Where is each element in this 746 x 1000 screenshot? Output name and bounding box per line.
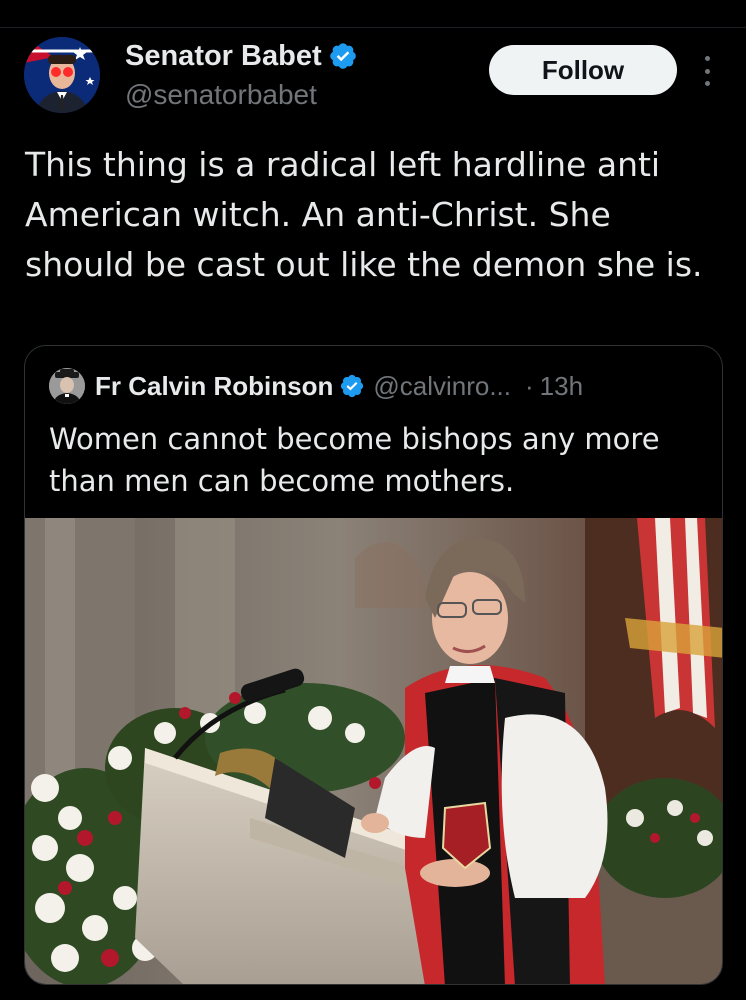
quoted-post[interactable]: Fr Calvin Robinson @calvinro... · 13h Wo… (24, 345, 723, 985)
more-vertical-icon[interactable] (700, 56, 714, 86)
time-separator: · (525, 370, 534, 401)
quoted-post-image[interactable] (25, 518, 722, 984)
quoted-avatar-image (49, 368, 85, 404)
author-name-row[interactable]: Senator Babet (125, 38, 358, 74)
post-page: Senator Babet @senatorbabet Follow This … (0, 0, 746, 1000)
post-text: This thing is a radical left hardline an… (25, 145, 703, 284)
quoted-author-handle[interactable]: @calvinro... (373, 371, 511, 402)
quoted-post-header: Fr Calvin Robinson @calvinro... · 13h (49, 366, 583, 406)
quoted-post-time[interactable]: 13h (540, 371, 583, 402)
author-handle[interactable]: @senatorbabet (125, 78, 317, 112)
follow-button[interactable]: Follow (489, 45, 677, 95)
avatar-image (24, 37, 100, 113)
quoted-post-text: Women cannot become bishops any more tha… (49, 422, 660, 498)
photo-bishop-at-pulpit (25, 518, 722, 984)
author-avatar[interactable] (24, 37, 100, 113)
quoted-author-name[interactable]: Fr Calvin Robinson (95, 371, 333, 402)
quoted-author-avatar[interactable] (49, 368, 85, 404)
top-divider (0, 27, 746, 28)
author-name[interactable]: Senator Babet (125, 38, 322, 74)
quoted-verified-badge-icon (341, 374, 364, 398)
verified-badge-icon (329, 43, 356, 69)
